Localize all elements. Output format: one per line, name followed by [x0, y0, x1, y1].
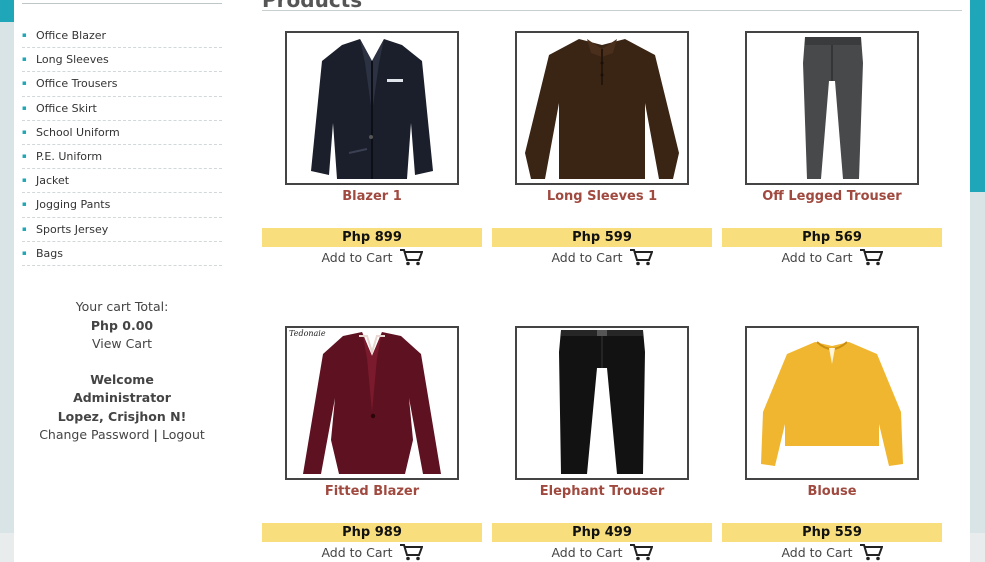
product-image[interactable] [745, 31, 919, 185]
sidebar-item-label: Jacket [36, 174, 70, 188]
header-accent-bar [0, 0, 14, 22]
sidebar-item-label: Office Skirt [36, 101, 97, 115]
shopping-cart-icon [859, 249, 883, 266]
product-image-watermark: Tedonaie [289, 329, 326, 338]
cart-total-value: Php 0.00 [90, 317, 154, 333]
maroon-fitted-blazer-image [303, 332, 441, 474]
shopping-cart-icon [399, 544, 423, 561]
product-name[interactable]: Blouse [722, 484, 942, 499]
user-name: Lopez, Crisjhon N! [57, 408, 187, 424]
sidebar-item-label: Long Sleeves [36, 53, 109, 67]
sidebar-item-school-uniform[interactable]: ▪ School Uniform [22, 121, 222, 145]
sidebar-item-label: Bags [36, 246, 64, 260]
product-name[interactable]: Off Legged Trouser [722, 189, 942, 204]
yellow-blouse-image [761, 341, 903, 466]
sidebar-item-label: Office Trousers [36, 77, 118, 91]
cart-total-label: Your cart Total: [75, 299, 169, 314]
logout-link[interactable]: Logout [162, 427, 205, 442]
bullet-icon: ▪ [22, 176, 27, 185]
sidebar-item-label: School Uniform [36, 125, 120, 139]
add-to-cart-button[interactable]: Add to Cart [262, 246, 482, 268]
sidebar-item-long-sleeves[interactable]: ▪ Long Sleeves [22, 48, 222, 73]
add-to-cart-button[interactable]: Add to Cart [722, 246, 942, 268]
bullet-icon: ▪ [22, 31, 27, 39]
product-price: Php 599 [492, 228, 712, 247]
sidebar-item-pe-uniform[interactable]: ▪ P.E. Uniform [22, 145, 222, 170]
add-to-cart-button[interactable]: Add to Cart [262, 541, 482, 562]
add-to-cart-label: Add to Cart [781, 544, 853, 560]
view-cart-link[interactable]: View Cart [22, 335, 222, 354]
side-accent-bar [970, 0, 985, 192]
shopping-cart-icon [629, 544, 653, 561]
product-image[interactable] [515, 326, 689, 480]
gray-trouser-image [803, 37, 863, 179]
sidebar-item-jacket[interactable]: ▪ Jacket [22, 169, 222, 194]
product-name[interactable]: Blazer 1 [262, 189, 482, 204]
bullet-icon: ▪ [22, 127, 27, 136]
add-to-cart-label: Add to Cart [321, 544, 393, 560]
brown-long-sleeve-polo-image [525, 39, 679, 179]
user-role: Administrator [73, 390, 171, 405]
add-to-cart-button[interactable]: Add to Cart [722, 541, 942, 562]
add-to-cart-label: Add to Cart [551, 544, 623, 560]
bullet-icon: ▪ [22, 55, 27, 64]
shopping-cart-icon [859, 544, 883, 561]
link-separator: | [153, 427, 158, 442]
navy-blazer-image [311, 39, 433, 179]
bullet-icon: ▪ [22, 151, 27, 160]
category-menu: ▪ Office Blazer ▪ Long Sleeves ▪ Office Tro… [22, 24, 222, 266]
product-price: Php 499 [492, 523, 712, 542]
sidebar-item-label: Sports Jersey [36, 222, 109, 236]
bullet-icon: ▪ [22, 103, 27, 112]
sidebar-item-jogging-pants[interactable]: ▪ Jogging Pants [22, 193, 222, 218]
product-image[interactable] [285, 31, 459, 185]
add-to-cart-label: Add to Cart [321, 249, 393, 265]
cart-summary: Your cart Total: Php 0.00 View Cart Welc… [22, 298, 222, 445]
sidebar-item-office-blazer[interactable]: ▪ Office Blazer [22, 24, 222, 49]
product-name[interactable]: Long Sleeves 1 [492, 189, 712, 204]
sidebar-item-label: P.E. Uniform [36, 149, 103, 163]
add-to-cart-button[interactable]: Add to Cart [492, 246, 712, 268]
bullet-icon: ▪ [22, 200, 27, 209]
product-price: Php 569 [722, 228, 942, 247]
welcome-text: Welcome [90, 371, 154, 387]
change-password-link[interactable]: Change Password [39, 427, 149, 442]
add-to-cart-label: Add to Cart [551, 249, 623, 265]
account-links: Change Password | Logout [22, 426, 222, 445]
black-trouser-image [559, 330, 645, 474]
product-image[interactable] [515, 31, 689, 185]
sidebar-divider-notch [50, 3, 78, 11]
shopping-cart-icon [629, 249, 653, 266]
title-divider [262, 10, 962, 11]
sidebar-item-label: Jogging Pants [36, 198, 111, 212]
product-image[interactable]: Tedonaie [285, 326, 459, 480]
product-name[interactable]: Elephant Trouser [492, 484, 712, 499]
sidebar-item-label: Office Blazer [36, 29, 107, 42]
add-to-cart-label: Add to Cart [781, 249, 853, 265]
sidebar-item-office-skirt[interactable]: ▪ Office Skirt [22, 97, 222, 121]
product-price: Php 559 [722, 523, 942, 542]
product-image[interactable] [745, 326, 919, 480]
sidebar-item-bags[interactable]: ▪ Bags [22, 242, 222, 266]
product-price: Php 989 [262, 523, 482, 542]
page-container: ▪ Office Blazer ▪ Long Sleeves ▪ Office Tro… [14, 0, 970, 562]
bullet-icon: ▪ [22, 248, 27, 257]
product-price: Php 899 [262, 228, 482, 247]
add-to-cart-button[interactable]: Add to Cart [492, 541, 712, 562]
shopping-cart-icon [399, 249, 423, 266]
bullet-icon: ▪ [22, 79, 27, 88]
product-name[interactable]: Fitted Blazer [262, 484, 482, 499]
sidebar-item-sports-jersey[interactable]: ▪ Sports Jersey [22, 218, 222, 242]
sidebar-item-office-trousers[interactable]: ▪ Office Trousers [22, 72, 222, 97]
bullet-icon: ▪ [22, 224, 27, 233]
